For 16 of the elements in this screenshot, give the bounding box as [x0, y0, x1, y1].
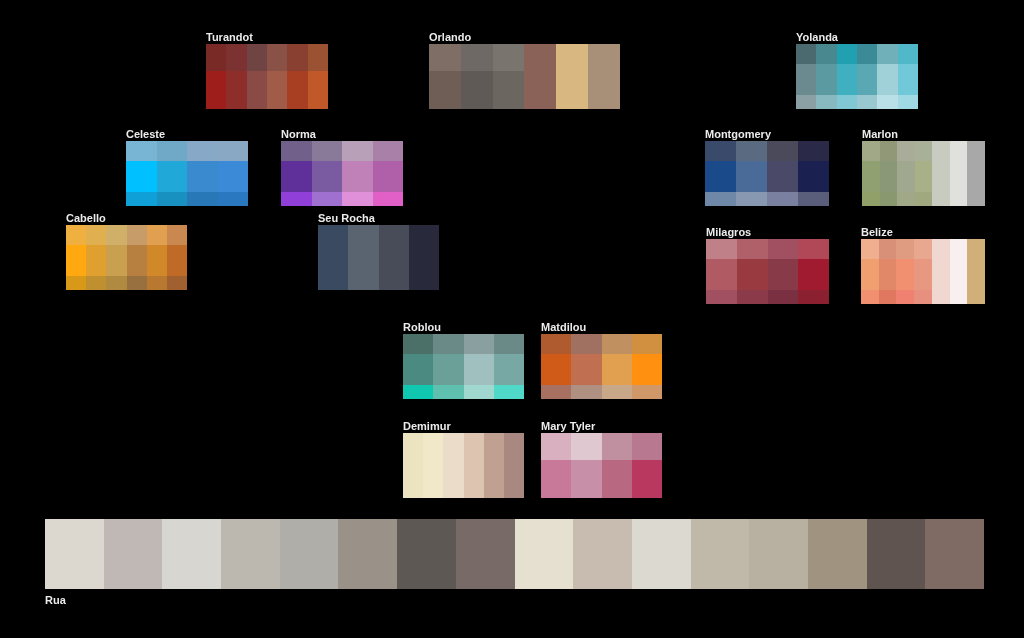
palette-name: Demimur: [403, 419, 451, 433]
palette-name: Norma: [281, 127, 316, 141]
palette-name: Belize: [861, 225, 893, 239]
palette-name: Seu Rocha: [318, 211, 375, 225]
palette-name: Roblou: [403, 320, 441, 334]
palette-name: Matdilou: [541, 320, 587, 334]
palette-name: Marlon: [862, 127, 899, 141]
palette-name: Celeste: [126, 127, 166, 141]
palette-name: Cabello: [66, 211, 106, 225]
palette-name: Orlando: [429, 30, 472, 44]
palette-name: Montgomery: [705, 127, 771, 141]
palette-name: Turandot: [206, 30, 253, 44]
palette-name: Milagros: [706, 225, 752, 239]
palette-name: Yolanda: [796, 30, 838, 44]
palette-name: Rua: [45, 593, 66, 607]
palette-name: Mary Tyler: [541, 419, 596, 433]
